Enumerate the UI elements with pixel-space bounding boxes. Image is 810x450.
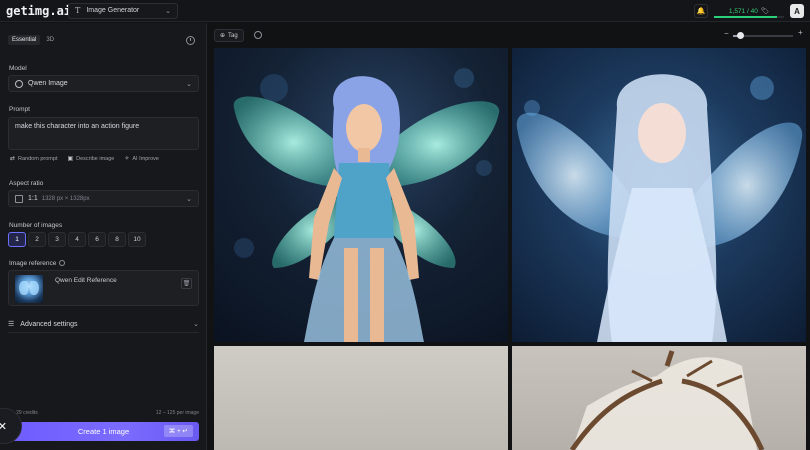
zoom-slider[interactable] (733, 32, 793, 39)
advanced-settings-toggle[interactable]: ☰ Advanced settings ⌄ (8, 318, 199, 333)
magic-wand-icon: ✧ (124, 156, 130, 162)
prompt-input[interactable]: make this character into an action figur… (8, 117, 199, 150)
model-value: Qwen Image (28, 80, 68, 87)
prompt-text: make this character into an action figur… (15, 123, 140, 130)
count-option[interactable]: 1 (8, 232, 26, 247)
square-ratio-icon (15, 194, 23, 203)
chevron-down-icon: ⌄ (186, 80, 192, 88)
mode-switch: Essential 3D (8, 35, 58, 45)
tag-icon: ⊕ (220, 33, 226, 39)
image-icon: ▣ (67, 156, 74, 162)
history-icon[interactable] (186, 36, 195, 45)
ethereal-fairy-illustration (516, 74, 803, 342)
generated-image-ethereal-fairy[interactable] (512, 48, 806, 342)
canopy-bed-illustration (569, 350, 765, 450)
describe-image-button[interactable]: ▣ Describe image (67, 155, 114, 163)
chevron-down-icon: ⌄ (193, 321, 199, 328)
model-logo-icon (15, 79, 23, 88)
image-reference-label: Image reference (9, 260, 66, 267)
ai-improve-button[interactable]: ✧ AI Improve (124, 155, 159, 163)
aspect-ratio-label: Aspect ratio (9, 180, 44, 187)
create-button[interactable]: Create 1 image ⌘ + ↵ (8, 422, 199, 441)
image-reference-label-text: Image reference (9, 260, 57, 267)
top-right-controls: 🔔 1,571 / 40 🏷 A (694, 0, 810, 22)
chevron-down-icon: ⌄ (165, 7, 171, 15)
tag-icon: 🏷 (760, 8, 770, 15)
number-of-images-options: 1 2 3 4 6 8 10 (8, 232, 146, 247)
credits-text: 1,571 / 40 (728, 7, 758, 15)
prompt-tools: ⇄ Random prompt ▣ Describe image ✧ AI Impro… (10, 155, 159, 163)
history-icon[interactable] (254, 31, 262, 39)
chevron-down-icon: ⌄ (186, 195, 192, 203)
tool-selector-label: Image Generator (86, 7, 140, 14)
app-logo[interactable]: getimg.ai (6, 4, 71, 18)
aspect-ratio-select[interactable]: 1:1 1328 px × 1328px ⌄ (8, 190, 199, 207)
reference-thumbnail (15, 275, 43, 303)
shuffle-icon: ⇄ (10, 156, 16, 162)
create-button-label: Create 1 image (77, 427, 130, 436)
mode-tab-essential[interactable]: Essential (8, 35, 41, 45)
notifications-bell-icon[interactable]: 🔔 (694, 4, 708, 18)
advanced-settings-label: Advanced settings (20, 320, 78, 328)
zoom-in-icon[interactable]: + (798, 28, 803, 37)
credits-bar-fill (714, 16, 777, 18)
count-option[interactable]: 6 (88, 232, 106, 247)
aspect-ratio-detail: 1328 px × 1328px (41, 195, 90, 202)
tag-button[interactable]: ⊕ Tag (214, 29, 244, 42)
generated-image-canopy-bed[interactable] (512, 346, 806, 450)
zoom-slider-handle[interactable] (737, 32, 745, 39)
count-option[interactable]: 2 (28, 232, 46, 247)
reference-name: Qwen Edit Reference (55, 277, 117, 284)
top-bar: getimg.ai T Image Generator ⌄ 🔔 1,571 / … (0, 0, 810, 22)
sliders-icon: ☰ (8, 321, 15, 328)
number-of-images-label: Number of images (9, 222, 63, 229)
generated-image-action-figure-fairy[interactable] (214, 48, 508, 342)
credits-estimate: ≈ 29 credits 12 – 125 per image (12, 410, 199, 416)
generation-settings-panel: Essential 3D Model Qwen Image ⌄ Prompt m… (0, 23, 207, 450)
tool-selector[interactable]: T Image Generator ⌄ (68, 2, 178, 19)
user-avatar[interactable]: A (790, 4, 804, 18)
tag-label: Tag (228, 32, 238, 39)
credits-estimate-right: 12 – 125 per image (155, 410, 199, 416)
count-option[interactable]: 10 (128, 232, 146, 247)
model-select[interactable]: Qwen Image ⌄ (8, 75, 199, 92)
mode-tab-3d[interactable]: 3D (42, 35, 58, 45)
random-prompt-button[interactable]: ⇄ Random prompt (10, 155, 57, 163)
generated-image-placeholder-grey[interactable] (214, 346, 508, 450)
model-label: Model (9, 65, 27, 72)
keyboard-shortcut: ⌘ + ↵ (163, 425, 193, 437)
count-option[interactable]: 4 (68, 232, 86, 247)
credits-indicator[interactable]: 1,571 / 40 🏷 (714, 4, 784, 18)
image-reference-card[interactable]: Qwen Edit Reference 🗑 (8, 270, 199, 306)
info-icon[interactable] (59, 260, 66, 266)
prompt-label: Prompt (9, 106, 30, 113)
aspect-ratio-value: 1:1 (28, 195, 38, 202)
zoom-out-icon[interactable]: − (724, 29, 729, 38)
text-t-icon: T (75, 6, 81, 15)
count-option[interactable]: 3 (48, 232, 66, 247)
count-option[interactable]: 8 (108, 232, 126, 247)
action-figure-illustration (233, 68, 500, 342)
trash-icon[interactable]: 🗑 (181, 278, 192, 289)
